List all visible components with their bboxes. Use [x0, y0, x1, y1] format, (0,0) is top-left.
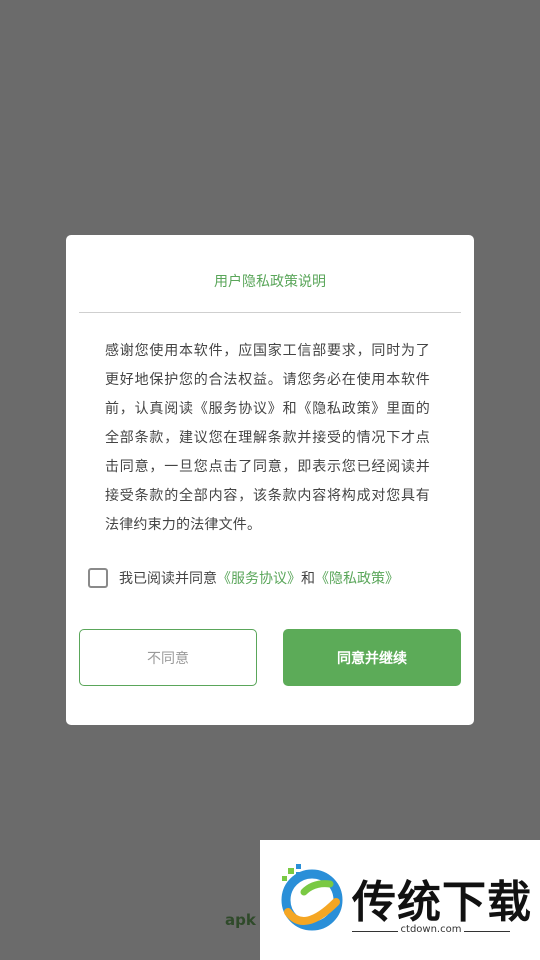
disagree-button[interactable]: 不同意 — [79, 629, 257, 686]
agree-text: 我已阅读并同意 — [119, 571, 217, 587]
policy-description: 感谢您使用本软件，应国家工信部要求，同时为了更好地保护您的合法权益。请您务必在使… — [105, 343, 430, 533]
dialog-title: 用户隐私政策说明 — [214, 274, 326, 290]
and-text: 和 — [301, 571, 315, 587]
privacy-policy-dialog: 用户隐私政策说明 感谢您使用本软件，应国家工信部要求，同时为了更好地保护您的合法… — [66, 235, 474, 725]
service-agreement-link[interactable]: 《服务协议》 — [217, 568, 301, 588]
agree-checkbox[interactable] — [88, 568, 108, 588]
agree-continue-button[interactable]: 同意并继续 — [283, 629, 461, 686]
ctdown-watermark: 传统下载 ctdown.com — [260, 840, 540, 960]
ctdown-logo-icon — [281, 864, 343, 931]
watermark-line-right — [464, 931, 510, 932]
privacy-policy-link[interactable]: 《隐私政策》 — [315, 568, 399, 588]
watermark-url: ctdown.com — [400, 924, 462, 935]
background-apk-text: apk — [225, 911, 256, 929]
title-divider — [79, 312, 461, 313]
watermark-title: 传统下载 — [352, 877, 532, 928]
agree-row: 我已阅读并同意 《服务协议》 和 《隐私政策》 — [88, 568, 399, 588]
